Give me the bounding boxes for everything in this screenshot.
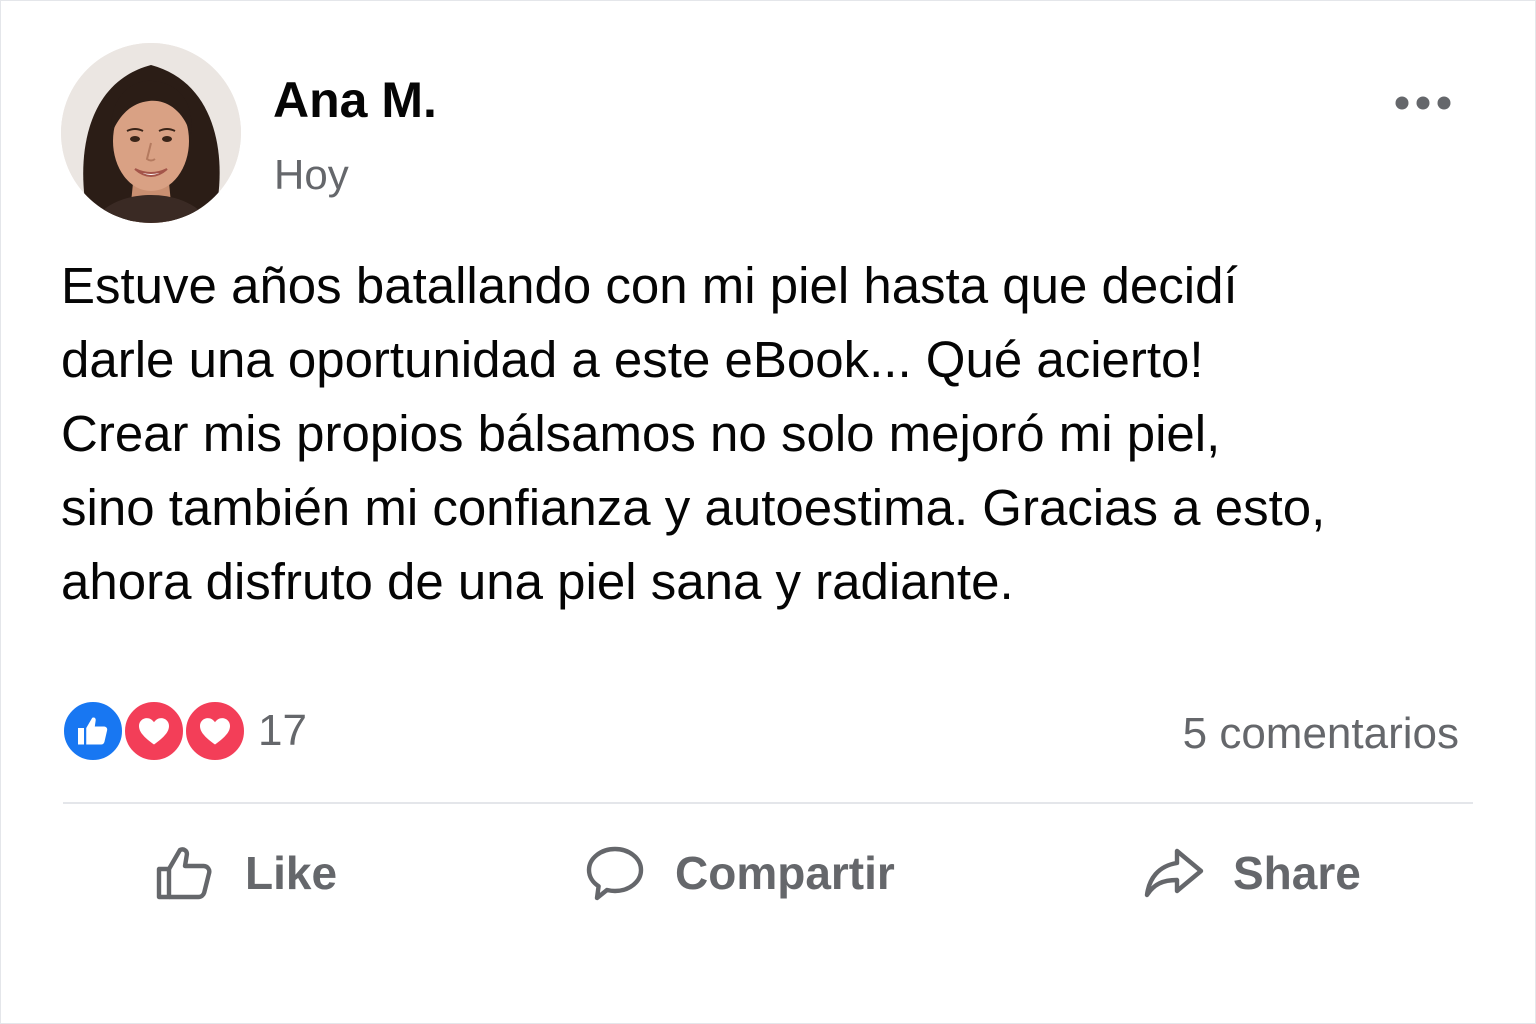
like-button[interactable]: Like: [153, 837, 337, 909]
share-arrow-icon: [1144, 848, 1204, 898]
post-text-line: Crear mis propios bálsamos no solo mejor…: [61, 405, 1221, 462]
more-options-button[interactable]: [1387, 81, 1459, 125]
comment-bubble-icon: [586, 846, 644, 901]
comment-button[interactable]: Compartir: [583, 837, 895, 909]
divider: [63, 802, 1473, 804]
like-icon: [61, 699, 125, 763]
author-name[interactable]: Ana M.: [273, 71, 437, 129]
post-text-line: ahora disfruto de una piel sana y radian…: [61, 553, 1014, 610]
post-text-line: Estuve años batallando con mi piel hasta…: [61, 257, 1238, 314]
love-icon: [183, 699, 247, 763]
post-body-text: Estuve años batallando con mi piel hasta…: [61, 249, 1501, 619]
post-text-line: darle una oportunidad a este eBook... Qu…: [61, 331, 1204, 388]
post-card: Ana M. Hoy Estuve años batallando con mi…: [0, 0, 1536, 1024]
reaction-summary[interactable]: 17: [61, 697, 307, 765]
share-button-label: Share: [1233, 847, 1361, 899]
comment-button-label: Compartir: [675, 847, 895, 899]
post-timestamp[interactable]: Hoy: [274, 151, 349, 199]
reaction-count: 17: [258, 706, 307, 755]
share-button[interactable]: Share: [1141, 837, 1361, 909]
post-text-line: sino también mi confianza y autoestima. …: [61, 479, 1326, 536]
love-icon: [122, 699, 186, 763]
avatar[interactable]: [61, 43, 241, 223]
like-button-label: Like: [245, 847, 338, 899]
thumbs-up-icon: [156, 847, 212, 900]
more-horizontal-icon: [1395, 96, 1451, 110]
comments-count-link[interactable]: 5 comentarios: [1183, 709, 1459, 759]
